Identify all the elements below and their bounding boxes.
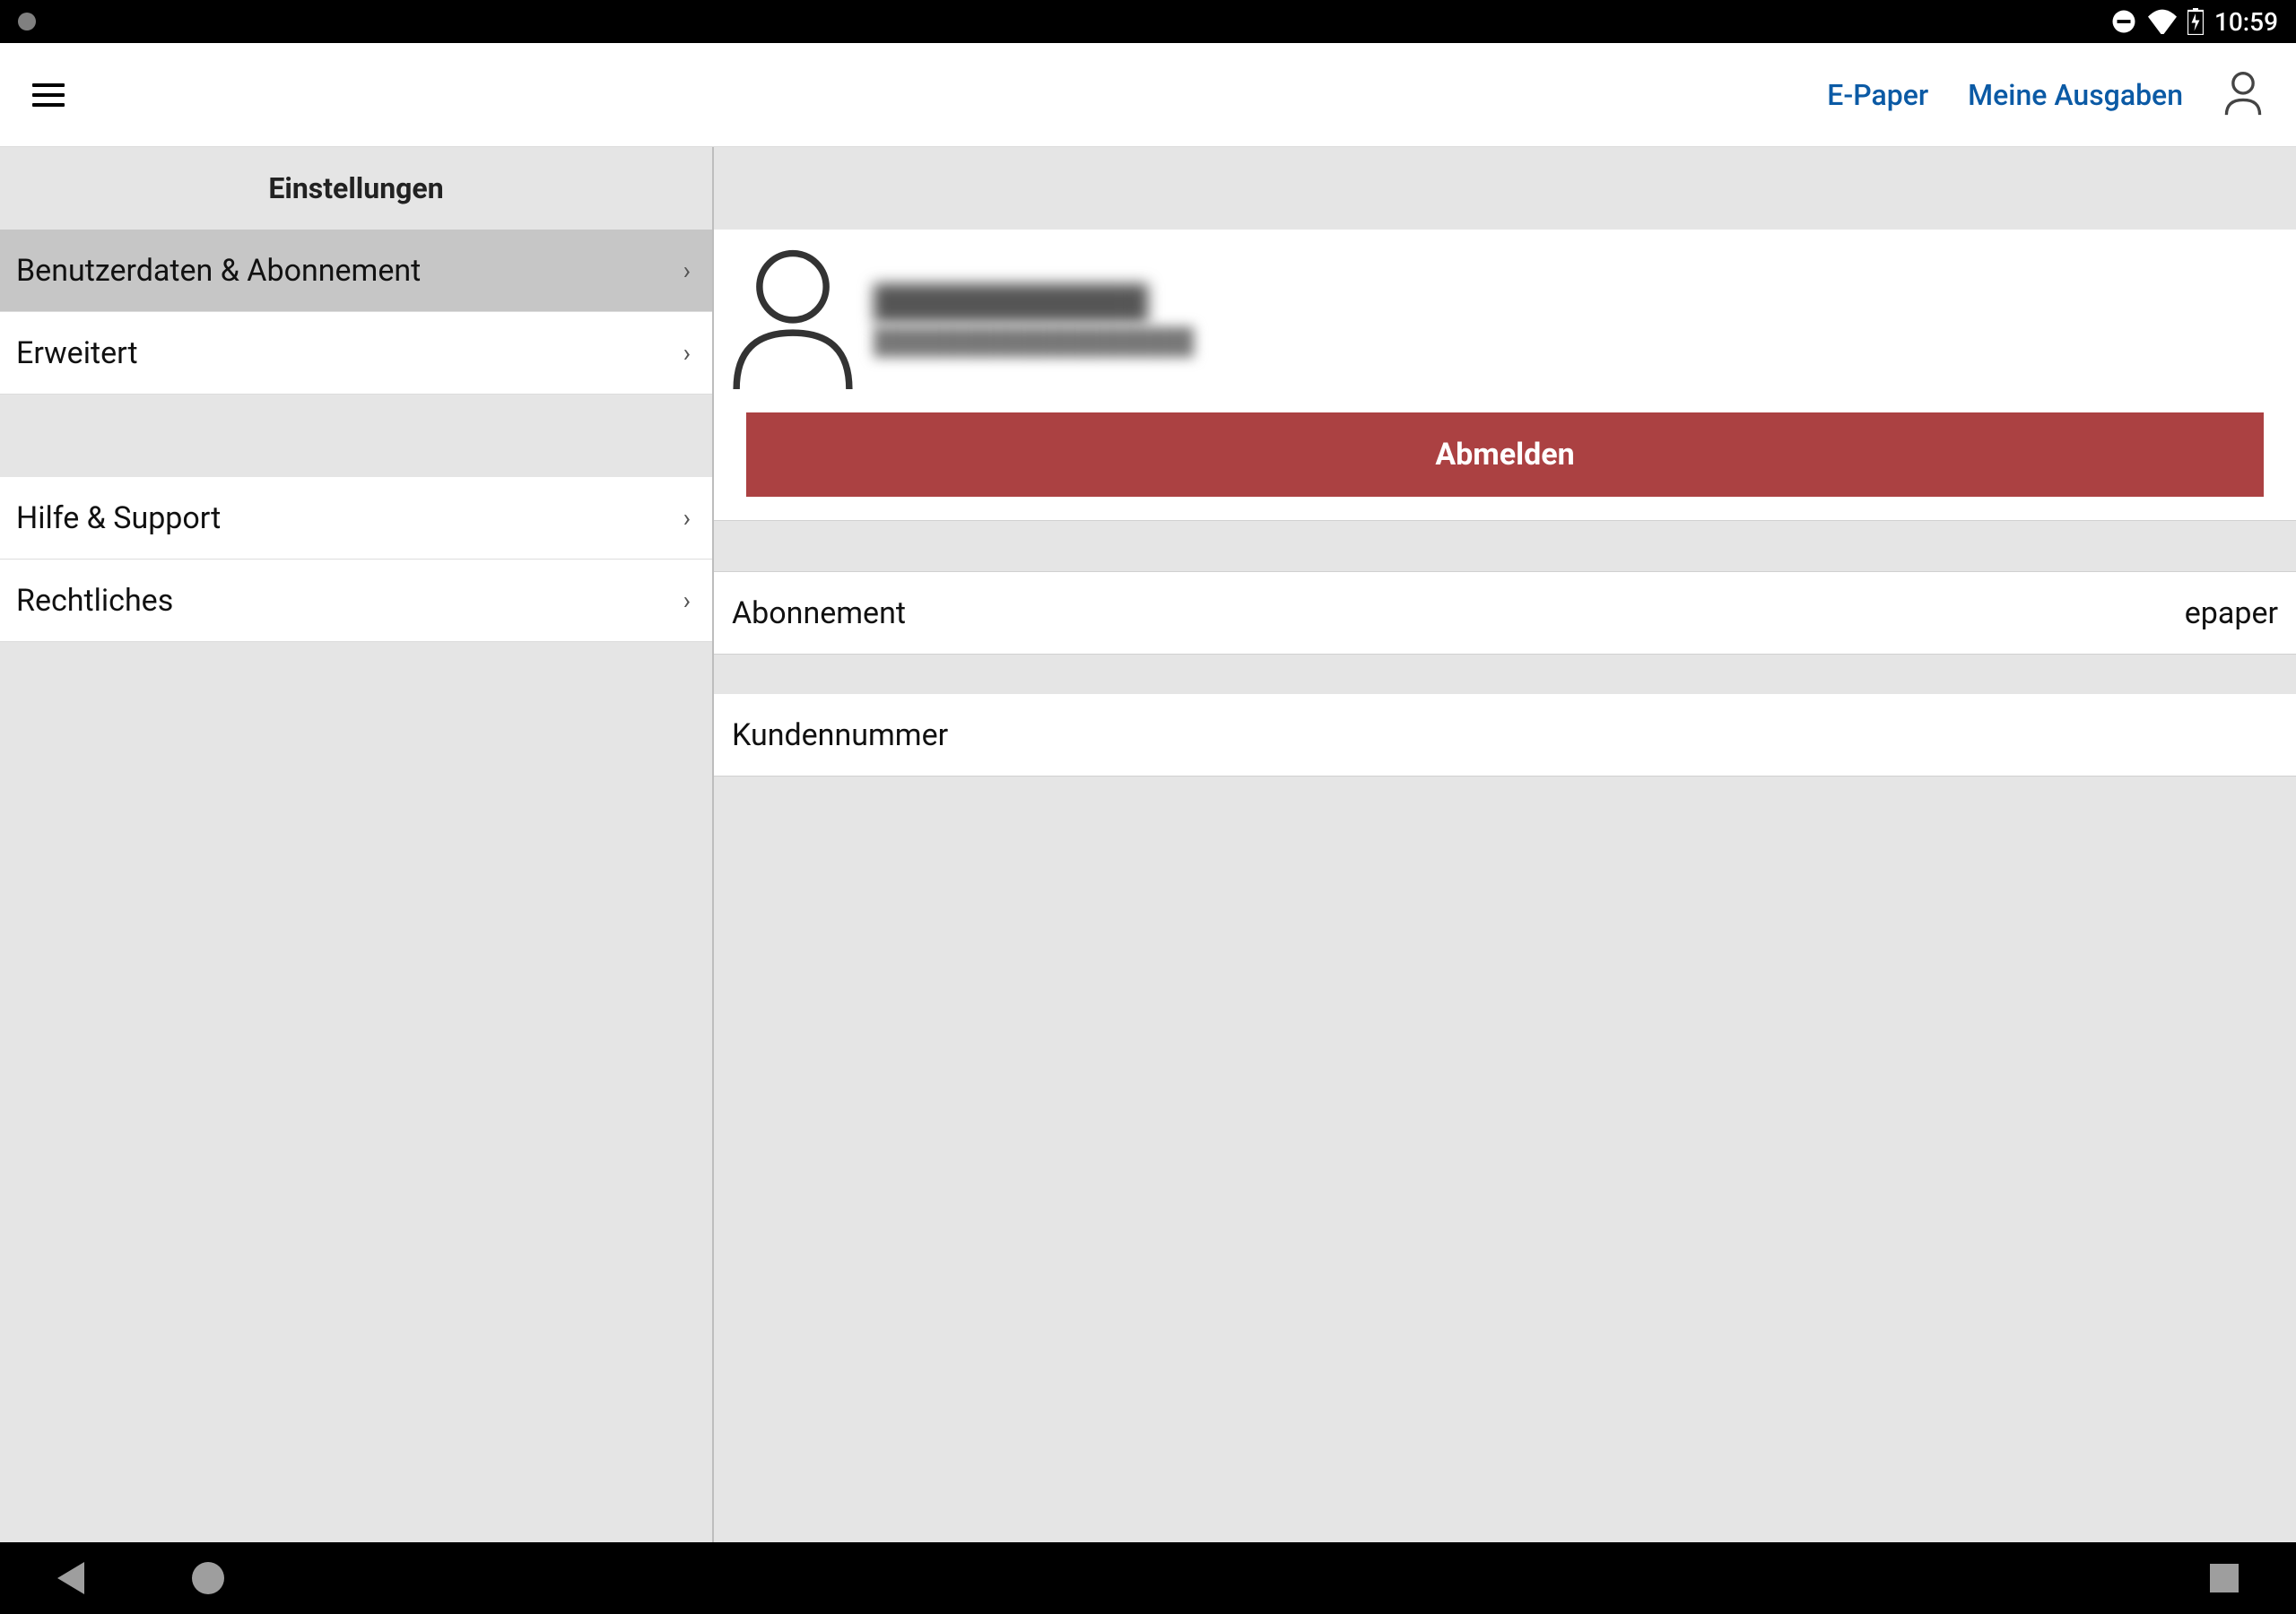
detail-label: Abonnement <box>732 595 906 631</box>
avatar-icon <box>730 246 856 393</box>
user-icon[interactable] <box>2222 70 2264 120</box>
status-left <box>18 13 36 30</box>
profile-card: ████████████ ██████████████████ Abmelden <box>714 230 2296 520</box>
menu-icon[interactable] <box>32 77 68 113</box>
toolbar-link-epaper[interactable]: E-Paper <box>1827 78 1928 112</box>
sidebar-item-label: Rechtliches <box>16 583 173 619</box>
sidebar-item-label: Erweitert <box>16 335 138 371</box>
back-icon[interactable] <box>57 1562 84 1594</box>
detail-row-kundennummer: Kundennummer <box>714 694 2296 777</box>
sidebar-title-row: Einstellungen <box>0 147 712 230</box>
sidebar-gap <box>0 395 712 477</box>
recent-apps-icon[interactable] <box>2210 1564 2239 1592</box>
chevron-right-icon: › <box>683 503 691 533</box>
toolbar-link-meine-ausgaben[interactable]: Meine Ausgaben <box>1968 78 2183 112</box>
chevron-right-icon: › <box>683 338 691 368</box>
battery-charging-icon <box>2187 8 2204 35</box>
sidebar-title: Einstellungen <box>268 171 443 205</box>
nav-bar <box>0 1542 2296 1614</box>
status-time: 10:59 <box>2214 7 2278 37</box>
profile-name: ████████████ <box>874 283 2280 321</box>
sidebar-item-rechtliches[interactable]: Rechtliches › <box>0 560 712 642</box>
sidebar: Einstellungen Benutzerdaten & Abonnement… <box>0 147 714 1542</box>
detail-value: epaper <box>2185 595 2278 631</box>
sidebar-item-label: Benutzerdaten & Abonnement <box>16 253 421 289</box>
sidebar-item-label: Hilfe & Support <box>16 500 221 536</box>
chevron-right-icon: › <box>683 586 691 615</box>
profile-email: ██████████████████ <box>874 326 2280 356</box>
chevron-right-icon: › <box>683 256 691 285</box>
toolbar: E-Paper Meine Ausgaben <box>0 43 2296 147</box>
logout-button[interactable]: Abmelden <box>746 412 2264 497</box>
do-not-disturb-icon <box>2110 8 2137 35</box>
home-icon[interactable] <box>192 1562 224 1594</box>
status-bar: 10:59 <box>0 0 2296 43</box>
detail-label: Kundennummer <box>732 717 948 753</box>
wifi-icon <box>2148 9 2177 34</box>
sidebar-item-hilfe[interactable]: Hilfe & Support › <box>0 477 712 560</box>
main: Einstellungen Benutzerdaten & Abonnement… <box>0 147 2296 1542</box>
status-dot-icon <box>18 13 36 30</box>
content-gap <box>714 655 2296 694</box>
sidebar-item-erweitert[interactable]: Erweitert › <box>0 312 712 395</box>
content-gap <box>714 520 2296 572</box>
content: ████████████ ██████████████████ Abmelden… <box>714 147 2296 1542</box>
status-right: 10:59 <box>2110 7 2278 37</box>
detail-row-abonnement: Abonnement epaper <box>714 572 2296 655</box>
content-gap <box>714 147 2296 230</box>
sidebar-item-benutzerdaten[interactable]: Benutzerdaten & Abonnement › <box>0 230 712 312</box>
